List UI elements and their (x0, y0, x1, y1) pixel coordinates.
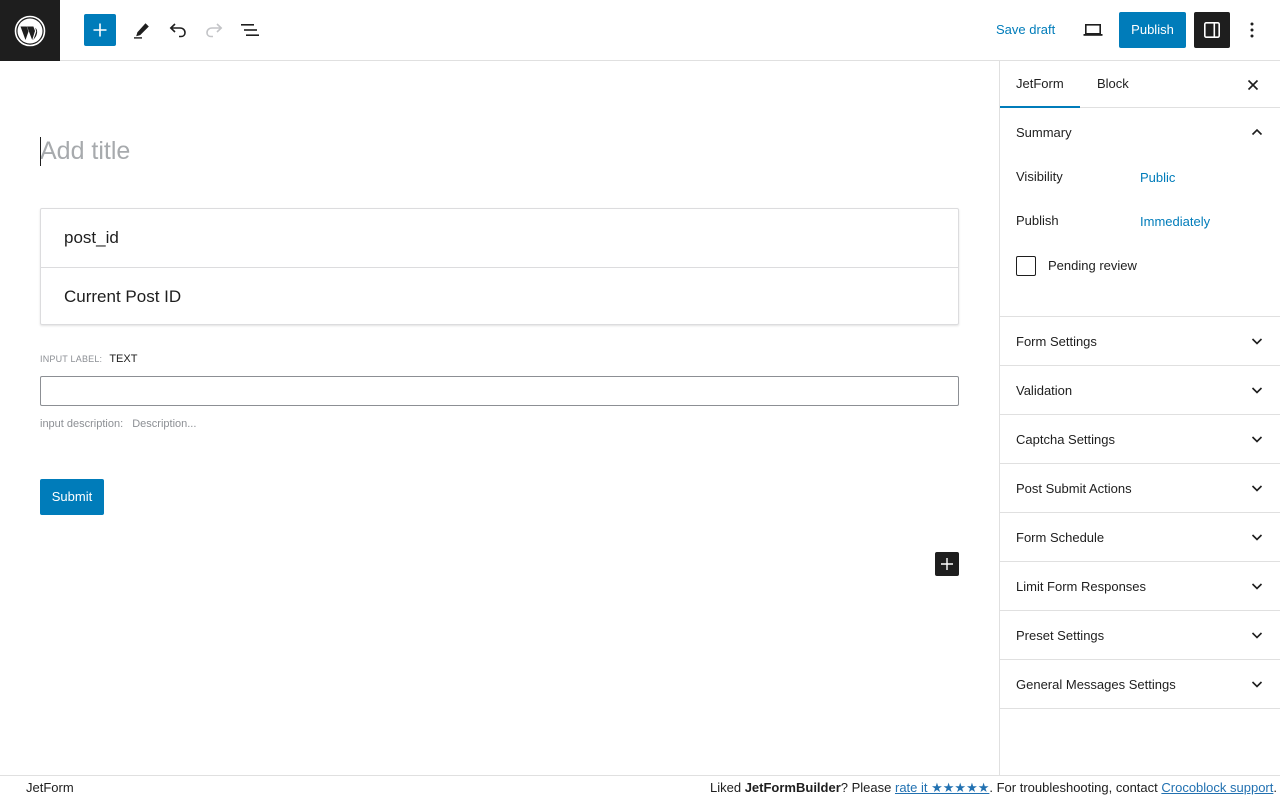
publish-date-link[interactable]: Immediately (1140, 214, 1210, 229)
settings-toggle-button[interactable] (1194, 12, 1230, 48)
notice-text: . (1273, 780, 1277, 795)
redo-icon (206, 23, 223, 38)
breadcrumb[interactable]: JetForm (26, 780, 74, 795)
panel-title: Validation (1016, 382, 1073, 398)
chevron-down-icon (1251, 534, 1263, 541)
publish-label: Publish (1016, 213, 1059, 228)
panel-title: General Messages Settings (1016, 676, 1176, 692)
panel-title: Preset Settings (1016, 627, 1105, 643)
text-field-description-row: input description: Description... (40, 418, 196, 430)
panel-post-submit-actions[interactable]: Post Submit Actions (1000, 464, 1280, 513)
settings-sidebar: JetForm Block Summary Visibility Public … (999, 61, 1280, 775)
editor-header: Save draft Publish (0, 0, 1280, 61)
summary-panel-toggle[interactable]: Summary (1000, 108, 1280, 156)
panel-limit-form-responses[interactable]: Limit Form Responses (1000, 562, 1280, 611)
panel-title: Form Settings (1016, 333, 1097, 349)
desktop-preview-icon (1083, 23, 1103, 36)
wordpress-logo-button[interactable] (0, 0, 60, 61)
panel-title: Form Schedule (1016, 529, 1105, 545)
save-draft-button[interactable]: Save draft (986, 12, 1065, 48)
chevron-down-icon (1251, 338, 1263, 345)
more-vertical-icon (1250, 22, 1254, 38)
chevron-down-icon (1251, 387, 1263, 394)
append-block-button[interactable] (935, 552, 959, 576)
rating-notice: Liked JetFormBuilder? Please rate it ★★★… (710, 780, 1277, 796)
panel-title: Captcha Settings (1016, 431, 1116, 447)
chevron-down-icon (1251, 485, 1263, 492)
chevron-down-icon (1251, 583, 1263, 590)
text-caret (40, 137, 41, 166)
visibility-label: Visibility (1016, 169, 1063, 184)
list-view-icon (241, 24, 259, 36)
text-field-label-row: INPUT LABEL: TEXT (40, 353, 137, 365)
hidden-field-block[interactable]: post_id Current Post ID (40, 208, 959, 325)
sidebar-tabs: JetForm Block (1000, 61, 1280, 108)
field-label-value[interactable]: TEXT (109, 353, 137, 365)
sidebar-settings-icon (1203, 21, 1220, 38)
add-block-button[interactable] (84, 14, 116, 46)
editor-canvas: Add title post_id Current Post ID INPUT … (0, 61, 999, 775)
pending-review-label[interactable]: Pending review (1048, 258, 1137, 273)
panel-form-settings[interactable]: Form Settings (1000, 317, 1280, 366)
notice-text: ? Please (840, 780, 895, 795)
text-field-input[interactable] (40, 376, 959, 406)
post-title-input[interactable]: Add title (40, 137, 940, 171)
panel-title: Limit Form Responses (1016, 578, 1147, 594)
product-name: JetFormBuilder (744, 780, 841, 795)
panel-title: Post Submit Actions (1016, 480, 1132, 496)
plus-icon (941, 558, 953, 570)
plus-icon (93, 23, 107, 37)
document-overview-button[interactable] (234, 14, 266, 46)
chevron-down-icon (1251, 436, 1263, 443)
chevron-up-icon (1251, 128, 1263, 136)
submit-button[interactable]: Submit (40, 479, 104, 515)
chevron-down-icon (1251, 681, 1263, 688)
panel-validation[interactable]: Validation (1000, 366, 1280, 415)
panel-captcha-settings[interactable]: Captcha Settings (1000, 415, 1280, 464)
publish-button[interactable]: Publish (1119, 12, 1186, 48)
close-icon (1247, 79, 1259, 91)
summary-panel: Summary Visibility Public Publish Immedi… (1000, 108, 1280, 317)
support-link[interactable]: Crocoblock support (1161, 780, 1273, 795)
undo-button[interactable] (162, 14, 194, 46)
field-label-caption: INPUT LABEL: (40, 354, 103, 364)
close-sidebar-button[interactable] (1242, 74, 1264, 96)
preview-button[interactable] (1077, 14, 1109, 46)
options-button[interactable] (1236, 14, 1268, 46)
redo-button[interactable] (198, 14, 230, 46)
hidden-field-value: Current Post ID (41, 267, 958, 325)
panel-general-messages-settings[interactable]: General Messages Settings (1000, 660, 1280, 709)
panel-form-schedule[interactable]: Form Schedule (1000, 513, 1280, 562)
tab-block[interactable]: Block (1081, 61, 1145, 108)
notice-text: Liked (710, 780, 745, 795)
wordpress-logo-icon (14, 15, 46, 46)
editor-footer: JetForm Liked JetFormBuilder? Please rat… (0, 775, 1280, 800)
visibility-link[interactable]: Public (1140, 170, 1175, 185)
pencil-icon (134, 23, 149, 39)
description-input[interactable]: Description... (132, 418, 196, 430)
undo-icon (169, 23, 186, 38)
hidden-field-name: post_id (64, 228, 119, 247)
pending-review-checkbox[interactable] (1016, 256, 1036, 276)
tab-jetform[interactable]: JetForm (1000, 61, 1080, 108)
panel-preset-settings[interactable]: Preset Settings (1000, 611, 1280, 660)
chevron-down-icon (1251, 632, 1263, 639)
notice-text: . For troubleshooting, contact (989, 780, 1162, 795)
rate-link[interactable]: rate it ★★★★★ (895, 780, 989, 795)
description-caption: input description: (40, 418, 124, 430)
summary-title: Summary (1016, 124, 1072, 140)
tools-button[interactable] (126, 14, 158, 46)
